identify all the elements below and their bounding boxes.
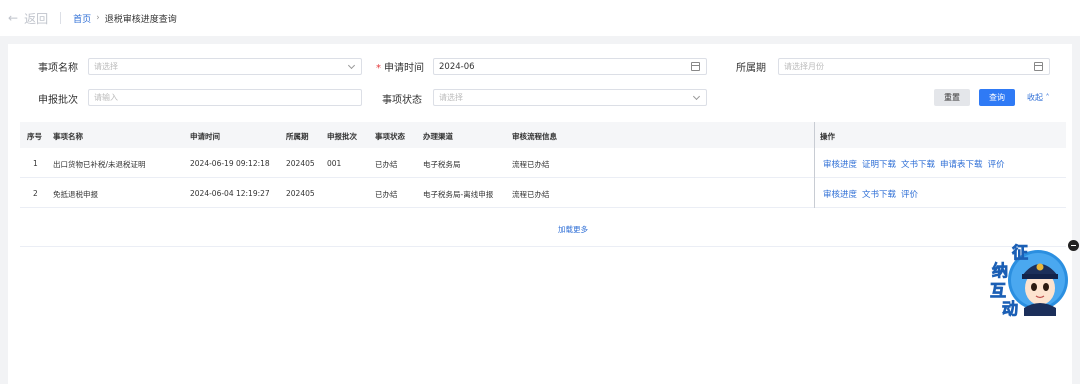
divider <box>60 12 62 24</box>
cell-period: 202405 <box>286 159 315 168</box>
row-actions: 审核进度 文书下载 评价 <box>823 188 918 200</box>
top-bar: ← 返回 首页 › 退税审核进度查询 <box>0 0 1080 36</box>
load-more-link[interactable]: 加载更多 <box>558 224 588 235</box>
chevron-up-icon: ˄ <box>1043 93 1050 102</box>
mascot-cap-brim <box>1022 274 1058 279</box>
table-row: 2 免抵退税申报 2024-06-04 12:19:27 202405 已办结 … <box>20 178 1066 208</box>
document-download-link[interactable]: 文书下载 <box>862 188 896 200</box>
status-label: 事项状态 <box>382 95 422 106</box>
fixed-column-divider <box>814 122 815 208</box>
back-label: 返回 <box>24 11 49 26</box>
apply-time-picker[interactable]: 2024-06 <box>433 58 707 75</box>
back-button[interactable]: ← 返回 <box>8 10 48 27</box>
rate-link[interactable]: 评价 <box>901 188 918 200</box>
audit-progress-link[interactable]: 审核进度 <box>823 188 857 200</box>
col-batch: 申报批次 <box>327 132 357 141</box>
mascot-eye <box>1031 283 1037 291</box>
breadcrumb-separator: › <box>96 13 100 23</box>
cell-status: 已办结 <box>375 190 398 199</box>
chevron-down-icon <box>347 61 356 70</box>
batch-input[interactable]: 请输入 <box>88 89 362 106</box>
cell-name: 出口货物已补税/未退税证明 <box>53 160 146 169</box>
collapse-toggle[interactable]: 收起 ˄ <box>1027 92 1050 103</box>
divider <box>20 246 1066 247</box>
cell-time: 2024-06-04 12:19:27 <box>190 189 270 198</box>
apply-time-label: * 申请时间 <box>376 63 424 74</box>
document-download-link[interactable]: 文书下载 <box>901 158 935 170</box>
minimize-widget-button[interactable] <box>1068 240 1079 251</box>
cell-flow: 流程已办结 <box>512 160 550 169</box>
cell-batch: 001 <box>327 159 342 168</box>
widget-char: 动 <box>1002 299 1018 318</box>
main-card: 事项名称 请选择 * 申请时间 2024-06 所属期 请选择月份 申报批次 请输… <box>8 44 1072 384</box>
row-actions: 审核进度 证明下载 文书下载 申请表下载 评价 <box>823 158 1005 170</box>
col-time: 申请时间 <box>190 132 220 141</box>
col-flow: 审核流程信息 <box>512 132 557 141</box>
table-header: 序号 事项名称 申请时间 所属期 申报批次 事项状态 办理渠道 审核流程信息 操… <box>20 122 1066 148</box>
mascot-badge <box>1036 263 1044 271</box>
cell-period: 202405 <box>286 189 315 198</box>
cell-index: 1 <box>33 159 38 168</box>
widget-char: 互 <box>990 281 1006 300</box>
cell-channel: 电子税务局 <box>423 160 461 169</box>
audit-progress-link[interactable]: 审核进度 <box>823 158 857 170</box>
cell-status: 已办结 <box>375 160 398 169</box>
rate-link[interactable]: 评价 <box>988 158 1005 170</box>
col-name: 事项名称 <box>53 132 83 141</box>
breadcrumb-home-link[interactable]: 首页 <box>73 12 91 25</box>
col-index: 序号 <box>27 132 42 141</box>
col-status: 事项状态 <box>375 132 405 141</box>
widget-char: 征 <box>1012 243 1028 262</box>
application-form-download-link[interactable]: 申请表下载 <box>940 158 983 170</box>
breadcrumb: 首页 › 退税审核进度查询 <box>73 12 177 25</box>
cell-name: 免抵退税申报 <box>53 190 98 199</box>
col-ops: 操作 <box>820 132 835 141</box>
table-row: 1 出口货物已补税/未退税证明 2024-06-19 09:12:18 2024… <box>20 148 1066 178</box>
required-mark: * <box>376 63 381 74</box>
item-name-select[interactable]: 请选择 <box>88 58 362 75</box>
assistant-mascot-widget[interactable]: 征 纳 互 动 <box>984 236 1074 322</box>
calendar-icon <box>691 62 700 71</box>
cell-index: 2 <box>33 189 38 198</box>
page-title: 退税审核进度查询 <box>104 14 177 25</box>
cell-flow: 流程已办结 <box>512 190 550 199</box>
cell-time: 2024-06-19 09:12:18 <box>190 159 270 168</box>
period-picker[interactable]: 请选择月份 <box>778 58 1050 75</box>
query-button[interactable]: 查询 <box>979 89 1015 106</box>
period-label: 所属期 <box>736 63 766 74</box>
col-channel: 办理渠道 <box>423 132 453 141</box>
item-name-label: 事项名称 <box>38 63 78 74</box>
col-period: 所属期 <box>286 132 309 141</box>
batch-label: 申报批次 <box>38 95 78 106</box>
chevron-down-icon <box>692 92 701 101</box>
certificate-download-link[interactable]: 证明下载 <box>862 158 896 170</box>
reset-button[interactable]: 重置 <box>934 89 970 106</box>
mascot-eye <box>1043 283 1049 291</box>
arrow-left-icon: ← <box>8 11 19 25</box>
cell-channel: 电子税务局-离线申报 <box>423 190 494 199</box>
widget-char: 纳 <box>992 261 1008 280</box>
calendar-icon <box>1034 62 1043 71</box>
status-select[interactable]: 请选择 <box>433 89 707 106</box>
